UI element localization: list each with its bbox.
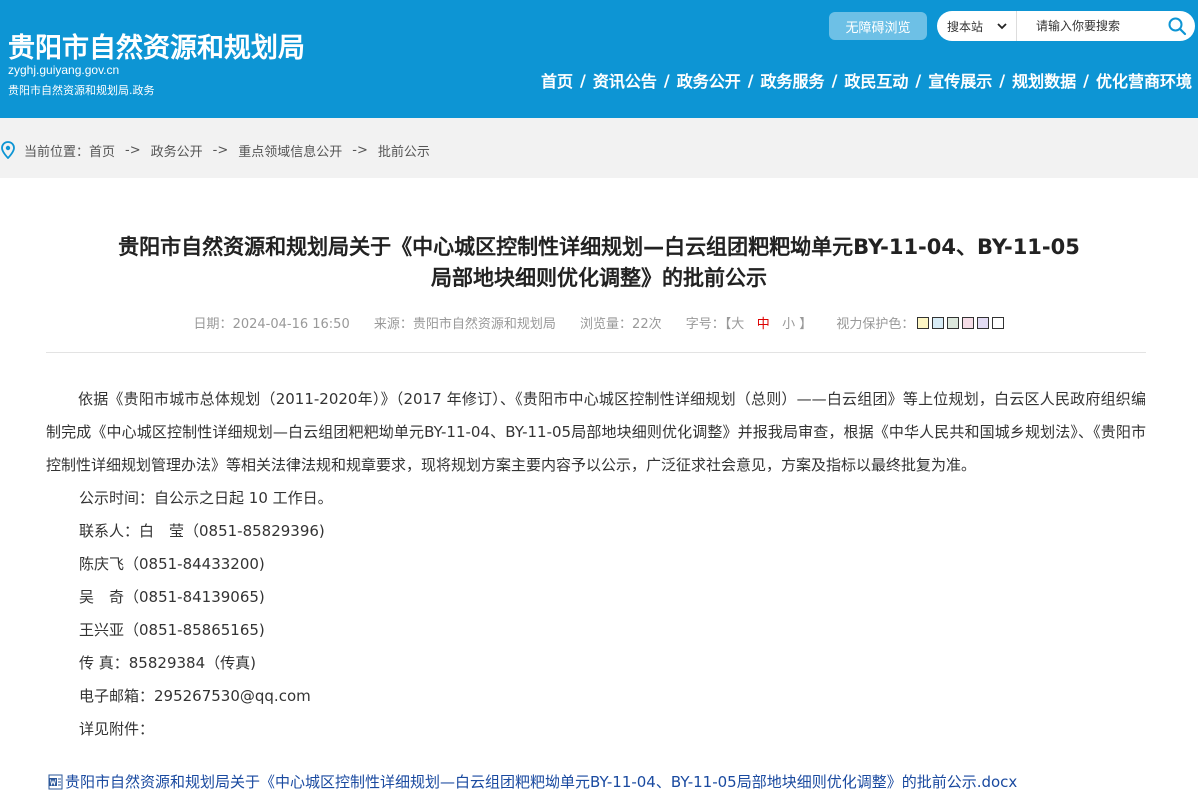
fax-number: 传 真：85829384（传真) (79, 654, 256, 672)
font-size-medium[interactable]: 中 (757, 317, 770, 332)
nav-separator: / (831, 70, 838, 90)
nav-item-interaction[interactable]: 政民互动 (844, 68, 908, 92)
divider (46, 352, 1146, 353)
nav-separator: / (915, 70, 922, 90)
nav-item-publicity[interactable]: 宣传展示 (928, 68, 992, 92)
breadcrumb-arrow: -> (352, 142, 368, 158)
search-scope-label: 搜本站 (947, 19, 984, 34)
site-domain: zyghj.guiyang.gov.cn (8, 63, 120, 77)
contact-person: 陈庆飞（0851-84433200) (79, 555, 265, 573)
word-document-icon (48, 774, 63, 789)
article-title-line-1: 贵阳市自然资源和规划局关于《中心城区控制性详细规划—白云组团粑粑坳单元BY-11… (118, 235, 1080, 259)
breadcrumb-item-gov-affairs[interactable]: 政务公开 (151, 141, 203, 160)
site-title[interactable]: 贵阳市自然资源和规划局 (8, 26, 305, 65)
font-size-control: 字号：【大 中 小 】 (685, 317, 813, 332)
nav-separator: / (747, 70, 754, 90)
attachment-filename[interactable]: 贵阳市自然资源和规划局关于《中心城区控制性详细规划—白云组团粑粑坳单元BY-11… (65, 771, 1017, 792)
chevron-down-icon (997, 23, 1007, 30)
breadcrumb-item-key-areas[interactable]: 重点领域信息公开 (238, 141, 342, 160)
article-title-line-2: 局部地块细则优化调整》的批前公示 (431, 266, 767, 290)
attachment-label: 详见附件： (79, 720, 155, 738)
font-size-large[interactable]: 大 (731, 317, 744, 332)
contact-person: 吴 奇（0851-84139065) (79, 588, 265, 606)
search-scope-select[interactable]: 搜本站 (937, 11, 1017, 41)
nav-separator: / (999, 70, 1006, 90)
breadcrumb-arrow: -> (125, 142, 141, 158)
notice-period: 公示时间：自公示之日起 10 工作日。 (79, 489, 333, 507)
nav-separator: / (663, 70, 670, 90)
nav-item-gov-services[interactable]: 政务服务 (761, 68, 825, 92)
breadcrumb-item-pre-approval[interactable]: 批前公示 (378, 141, 430, 160)
article-body: 依据《贵阳市城市总体规划（2011-2020年）》（2017 年修订）、《贵阳市… (46, 383, 1146, 746)
contact-person: 王兴亚（0851-85865165) (79, 621, 265, 639)
nav-item-business-env[interactable]: 优化营商环境 (1096, 68, 1192, 92)
article-meta: 日期：2024-04-16 16:50 来源：贵阳市自然资源和规划局 浏览量：2… (0, 313, 1198, 332)
eye-care-swatch-blue[interactable] (932, 317, 945, 329)
search-input[interactable] (1018, 11, 1158, 41)
nav-separator: / (579, 70, 586, 90)
main-nav: 首页 / 资讯公告 / 政务公开 / 政务服务 / 政民互动 / 宣传展示 / … (541, 68, 1192, 92)
nav-item-gov-affairs[interactable]: 政务公开 (677, 68, 741, 92)
breadcrumb-arrow: -> (212, 142, 229, 158)
article-title: 贵阳市自然资源和规划局关于《中心城区控制性详细规划—白云组团粑粑坳单元BY-11… (0, 232, 1198, 294)
eye-care-swatch-purple[interactable] (977, 317, 990, 329)
nav-item-home[interactable]: 首页 (541, 68, 573, 92)
eye-care-swatch-pink[interactable] (962, 317, 975, 329)
meta-source: 来源：贵阳市自然资源和规划局 (373, 317, 556, 332)
site-subtitle: 贵阳市自然资源和规划局.政务 (8, 84, 155, 97)
eye-care-swatch-green[interactable] (947, 317, 960, 329)
breadcrumb-item-home[interactable]: 首页 (89, 141, 115, 160)
email-address: 电子邮箱：295267530@qq.com (79, 687, 311, 705)
nav-item-planning-data[interactable]: 规划数据 (1012, 68, 1076, 92)
article-paragraph: 依据《贵阳市城市总体规划（2011-2020年）》（2017 年修订）、《贵阳市… (46, 390, 1146, 474)
article-container: 贵阳市自然资源和规划局关于《中心城区控制性详细规划—白云组团粑粑坳单元BY-11… (0, 178, 1198, 809)
location-pin-icon (1, 141, 15, 159)
contact-person: 联系人：白 莹（0851-85829396) (79, 522, 325, 540)
site-header: 贵阳市自然资源和规划局 zyghj.guiyang.gov.cn 贵阳市自然资源… (0, 0, 1198, 118)
nav-separator: / (1083, 70, 1089, 90)
meta-views: 浏览量：22次 (580, 317, 662, 332)
search-icon[interactable] (1167, 16, 1187, 36)
eye-care-swatch-yellow[interactable] (917, 317, 930, 329)
breadcrumb-prefix: 当前位置： (24, 144, 90, 160)
eye-care-color-control: 视力保护色： (836, 317, 1005, 332)
eye-care-swatch-white[interactable] (992, 317, 1005, 329)
attachment-link[interactable]: 贵阳市自然资源和规划局关于《中心城区控制性详细规划—白云组团粑粑坳单元BY-11… (48, 771, 1017, 792)
meta-date: 日期：2024-04-16 16:50 (193, 317, 350, 332)
nav-item-news[interactable]: 资讯公告 (593, 68, 657, 92)
breadcrumb: 当前位置： 首页 -> 政务公开 -> 重点领域信息公开 -> 批前公示 (0, 138, 430, 162)
font-size-small[interactable]: 小 (782, 317, 795, 332)
search-box: 搜本站 (937, 11, 1195, 41)
accessibility-button[interactable]: 无障碍浏览 (829, 12, 927, 40)
